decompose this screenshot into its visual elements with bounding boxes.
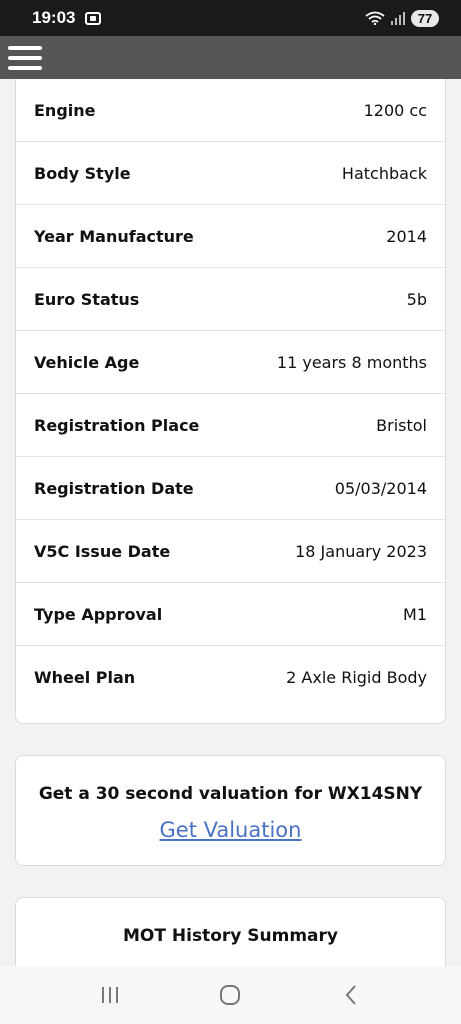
signal-icon — [391, 11, 405, 25]
mot-history-title: MOT History Summary — [123, 926, 338, 946]
detail-row: Registration Date 05/03/2014 — [16, 457, 445, 520]
detail-row: Year Manufacture 2014 — [16, 205, 445, 268]
system-nav-bar — [0, 966, 461, 1024]
detail-value: 2014 — [386, 226, 427, 246]
detail-value: 11 years 8 months — [276, 352, 427, 372]
recent-apps-icon — [102, 987, 119, 1003]
status-icons: 77 — [365, 9, 439, 27]
back-button[interactable] — [331, 975, 371, 1015]
detail-label: V5C Issue Date — [34, 541, 171, 561]
detail-label: Body Style — [34, 163, 131, 183]
detail-label: Year Manufacture — [34, 226, 194, 246]
detail-value: 05/03/2014 — [334, 478, 427, 498]
detail-label: Type Approval — [34, 604, 163, 624]
detail-row: Wheel Plan 2 Axle Rigid Body — [16, 646, 445, 709]
battery-badge: 77 — [411, 9, 439, 27]
detail-label: Engine — [34, 100, 96, 120]
detail-row: Euro Status 5b — [16, 268, 445, 331]
detail-value: 2 Axle Rigid Body — [286, 668, 427, 687]
detail-label: Euro Status — [34, 289, 140, 309]
detail-row: Type Approval M1 — [16, 583, 445, 646]
detail-label: Registration Place — [34, 415, 200, 435]
screen-record-icon — [85, 11, 102, 25]
detail-row: Engine 1200 cc — [16, 79, 445, 142]
detail-label: Wheel Plan — [34, 668, 136, 687]
detail-value: Bristol — [376, 415, 427, 435]
recent-apps-button[interactable] — [90, 975, 130, 1015]
status-time: 19:03 — [32, 8, 76, 27]
app-header — [0, 36, 461, 79]
detail-row: Registration Place Bristol — [16, 394, 445, 457]
menu-icon[interactable] — [8, 45, 42, 70]
vehicle-details-card: Engine 1200 cc Body Style Hatchback Year Man… — [15, 79, 446, 724]
main-content[interactable]: Engine 1200 cc Body Style Hatchback Year Man… — [0, 79, 461, 966]
detail-row: Vehicle Age 11 years 8 months — [16, 331, 445, 394]
vehicle-details-list: Engine 1200 cc Body Style Hatchback Year Man… — [16, 79, 445, 709]
detail-label: Vehicle Age — [34, 352, 140, 372]
detail-value: Hatchback — [341, 163, 427, 183]
valuation-card: Get a 30 second valuation for WX14SNY Ge… — [15, 755, 446, 866]
home-icon — [220, 985, 241, 1005]
detail-value: M1 — [403, 604, 427, 624]
home-button[interactable] — [210, 975, 250, 1015]
get-valuation-link[interactable]: Get Valuation — [160, 818, 302, 842]
wifi-icon — [365, 11, 385, 25]
detail-label: Registration Date — [34, 478, 194, 498]
back-icon — [345, 985, 356, 1005]
valuation-text: Get a 30 second valuation for WX14SNY — [38, 784, 423, 804]
mot-history-card: MOT History Summary — [15, 897, 446, 966]
detail-value: 1200 cc — [363, 100, 427, 120]
status-bar: 19:03 77 — [0, 0, 461, 36]
detail-value: 18 January 2023 — [295, 541, 427, 561]
detail-row: V5C Issue Date 18 January 2023 — [16, 520, 445, 583]
detail-value: 5b — [406, 289, 427, 309]
detail-row: Body Style Hatchback — [16, 142, 445, 205]
